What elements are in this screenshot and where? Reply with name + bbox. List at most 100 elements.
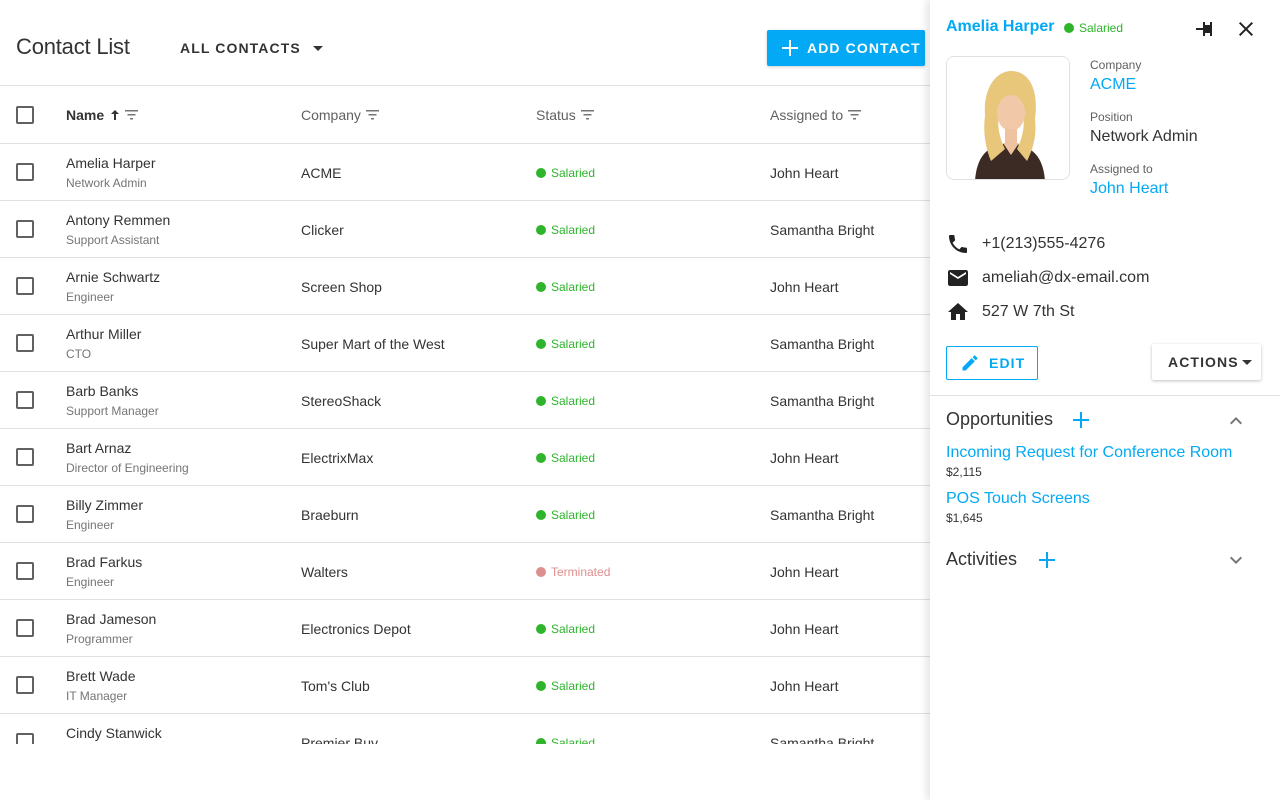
filter-label: All Contacts (180, 40, 301, 56)
status-dot (536, 225, 546, 235)
row-checkbox[interactable] (16, 619, 34, 637)
status-dot (536, 624, 546, 634)
status-badge: Salaried (536, 679, 595, 693)
opportunity-amount: $2,115 (946, 465, 982, 479)
status-label: Salaried (551, 337, 596, 351)
contact-name: Brett Wade (66, 668, 136, 684)
add-contact-button[interactable]: Add Contact (767, 30, 925, 66)
home-icon (946, 300, 970, 324)
status-dot (1064, 23, 1074, 33)
row-checkbox[interactable] (16, 277, 34, 295)
company-link[interactable]: ACME (1090, 76, 1136, 94)
opportunity-amount: $1,645 (946, 511, 983, 525)
table-row[interactable]: Brett Wade IT Manager Tom's Club Salaried Jo… (0, 657, 930, 714)
row-checkbox[interactable] (16, 334, 34, 352)
status-dot (536, 510, 546, 520)
column-header-company[interactable]: Company (301, 107, 379, 123)
row-checkbox[interactable] (16, 163, 34, 181)
opportunity-link[interactable]: Incoming Request for Conference Room (946, 444, 1232, 462)
filter-icon[interactable] (365, 110, 379, 120)
contact-assigned: John Heart (770, 621, 839, 637)
panel-contact-name[interactable]: Amelia Harper (946, 18, 1055, 36)
table-row[interactable]: Brad Jameson Programmer Electronics Depot S… (0, 600, 930, 657)
edit-button[interactable]: Edit (946, 346, 1038, 380)
row-checkbox[interactable] (16, 733, 34, 744)
status-dot (536, 453, 546, 463)
edit-label: Edit (989, 355, 1026, 371)
row-checkbox[interactable] (16, 448, 34, 466)
contact-assigned: John Heart (770, 564, 839, 580)
close-icon[interactable] (1235, 18, 1257, 40)
contact-company: Super Mart of the West (301, 336, 445, 352)
toolbar: Contact List All Contacts Add Contact (0, 0, 930, 86)
contacts-filter-dropdown[interactable]: All Contacts (180, 36, 323, 60)
contact-company: ElectrixMax (301, 450, 374, 466)
contact-position: Programmer (66, 632, 133, 646)
caret-down-icon (1240, 355, 1254, 369)
table-row[interactable]: Brad Farkus Engineer Walters Terminated John… (0, 543, 930, 600)
status-dot (536, 738, 546, 744)
column-header-name[interactable]: Name (66, 107, 139, 123)
phone-value: +1(213)555-4276 (982, 235, 1106, 252)
assigned-label: Assigned to (1090, 162, 1153, 176)
status-badge: Salaried (536, 622, 595, 636)
table-row[interactable]: Arthur Miller CTO Super Mart of the West Sa… (0, 315, 930, 372)
panel-status-label: Salaried (1079, 21, 1124, 35)
row-checkbox[interactable] (16, 220, 34, 238)
contact-name: Bart Arnaz (66, 440, 132, 456)
address-value: 527 W 7th St (982, 303, 1075, 320)
column-assigned-label: Assigned to (770, 107, 844, 123)
column-header-status[interactable]: Status (536, 107, 594, 123)
contact-company: Tom's Club (301, 678, 370, 694)
row-checkbox[interactable] (16, 391, 34, 409)
contact-company: Clicker (301, 222, 344, 238)
contact-assigned: John Heart (770, 279, 839, 295)
assigned-link[interactable]: John Heart (1090, 180, 1168, 198)
status-badge: Salaried (536, 394, 595, 408)
caret-down-icon (312, 45, 323, 51)
table-row[interactable]: Barb Banks Support Manager StereoShack Sala… (0, 372, 930, 429)
contact-name: Antony Remmen (66, 212, 171, 228)
contact-name: Arthur Miller (66, 326, 142, 342)
chevron-up-icon[interactable] (1224, 409, 1248, 433)
table-row[interactable]: Arnie Schwartz Engineer Screen Shop Salarie… (0, 258, 930, 315)
table-row[interactable]: Amelia Harper Network Admin ACME Salaried Jo… (0, 144, 930, 201)
row-checkbox[interactable] (16, 676, 34, 694)
status-badge: Salaried (536, 451, 595, 465)
add-activity-plus-icon[interactable] (1036, 549, 1058, 571)
filter-icon[interactable] (580, 110, 594, 120)
row-checkbox[interactable] (16, 505, 34, 523)
add-opportunity-plus-icon[interactable] (1070, 409, 1092, 431)
status-badge: Salaried (536, 736, 595, 744)
mail-icon (946, 266, 970, 290)
status-label: Salaried (551, 622, 596, 636)
table-row[interactable]: Bart Arnaz Director of Engineering Electri… (0, 429, 930, 486)
chevron-down-icon[interactable] (1224, 548, 1248, 572)
filter-icon[interactable] (125, 110, 139, 120)
status-dot (536, 168, 546, 178)
position-label: Position (1090, 110, 1133, 124)
table-row[interactable]: Cindy Stanwick Premier Buy Salaried Samanth… (0, 714, 930, 744)
filter-icon[interactable] (848, 110, 862, 120)
address-row: 527 W 7th St (946, 300, 1075, 324)
actions-dropdown-button[interactable]: Actions (1152, 344, 1261, 380)
contact-position: Engineer (66, 575, 115, 589)
pin-icon[interactable] (1194, 18, 1216, 40)
column-header-assigned[interactable]: Assigned to (770, 107, 862, 123)
contact-position: IT Manager (66, 689, 128, 703)
pencil-icon (960, 353, 980, 373)
contact-name: Billy Zimmer (66, 497, 143, 513)
email-value: ameliah@dx-email.com (982, 269, 1150, 286)
opportunity-link[interactable]: POS Touch Screens (946, 490, 1090, 508)
row-checkbox[interactable] (16, 562, 34, 580)
panel-status-badge: Salaried (1064, 21, 1123, 35)
select-all-checkbox[interactable] (16, 106, 34, 124)
table-row[interactable]: Billy Zimmer Engineer Braeburn Salaried Sama… (0, 486, 930, 543)
contact-name: Barb Banks (66, 383, 139, 399)
contact-position: Engineer (66, 518, 115, 532)
contact-assigned: John Heart (770, 165, 839, 181)
status-label: Salaried (551, 394, 596, 408)
status-badge: Salaried (536, 337, 595, 351)
table-row[interactable]: Antony Remmen Support Assistant Clicker Sal… (0, 201, 930, 258)
contact-company: Braeburn (301, 507, 359, 523)
